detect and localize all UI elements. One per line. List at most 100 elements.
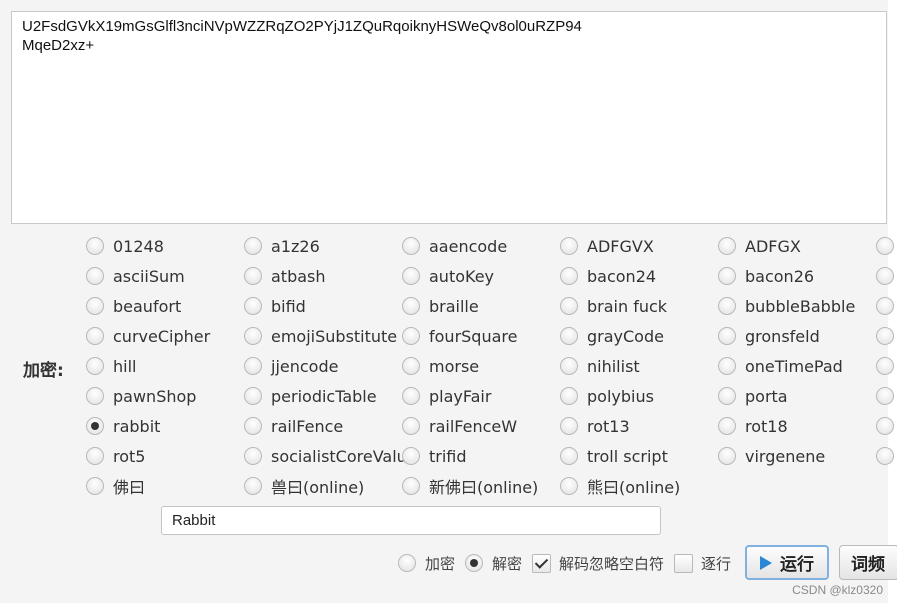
algorithm-radio[interactable]: polybius bbox=[560, 382, 654, 410]
checkbox-box bbox=[532, 553, 552, 573]
algorithm-radio[interactable]: gronsfeld bbox=[718, 322, 820, 350]
algorithm-radio[interactable]: railFence bbox=[244, 412, 343, 440]
radio-circle bbox=[86, 267, 104, 285]
algorithm-radio-label: periodicTable bbox=[271, 386, 377, 406]
algorithm-radio[interactable]: 新佛曰(online) bbox=[402, 472, 538, 500]
algorithm-radio-label: pawnShop bbox=[113, 386, 197, 406]
algorithm-radio[interactable]: atbash bbox=[244, 262, 326, 290]
algorithm-radio-label: ADFGX bbox=[745, 236, 801, 256]
ignore-whitespace-checkbox[interactable]: 解码忽略空白符 bbox=[532, 553, 664, 574]
radio-circle bbox=[86, 387, 104, 405]
algorithm-radio[interactable] bbox=[876, 382, 897, 410]
algorithm-radio[interactable]: rabbit bbox=[86, 412, 160, 440]
algorithm-radio-label: bubbleBabble bbox=[745, 296, 856, 316]
algorithm-radio[interactable]: 兽曰(online) bbox=[244, 472, 364, 500]
algorithm-radio[interactable]: aaencode bbox=[402, 232, 507, 260]
algorithm-radio[interactable]: socialistCoreValue bbox=[244, 442, 417, 470]
algorithm-radio[interactable] bbox=[876, 292, 897, 320]
radio-circle bbox=[244, 267, 262, 285]
algorithm-radio[interactable]: nihilist bbox=[560, 352, 640, 380]
radio-circle bbox=[560, 417, 578, 435]
radio-circle bbox=[465, 554, 484, 572]
algorithm-radio[interactable]: braille bbox=[402, 292, 479, 320]
radio-circle bbox=[560, 267, 578, 285]
algorithm-radio[interactable]: bubbleBabble bbox=[718, 292, 855, 320]
radio-circle bbox=[876, 387, 894, 405]
radio-circle bbox=[718, 357, 736, 375]
line-by-line-label: 逐行 bbox=[701, 554, 732, 573]
algorithm-radio[interactable] bbox=[876, 352, 897, 380]
algorithm-radio-label: 01248 bbox=[113, 236, 164, 256]
algorithm-radio[interactable]: porta bbox=[718, 382, 788, 410]
algorithm-radio[interactable]: 佛曰 bbox=[86, 472, 145, 500]
algorithm-radio[interactable]: oneTimePad bbox=[718, 352, 843, 380]
line-by-line-checkbox[interactable]: 逐行 bbox=[674, 553, 731, 574]
run-button[interactable]: 运行 bbox=[745, 545, 829, 580]
algorithm-radio[interactable]: rot18 bbox=[718, 412, 788, 440]
mode-decrypt-radio[interactable]: 解密 bbox=[465, 553, 522, 574]
radio-circle bbox=[560, 357, 578, 375]
mode-decrypt-label: 解密 bbox=[492, 554, 523, 573]
mode-encrypt-radio[interactable]: 加密 bbox=[398, 553, 455, 574]
algorithm-radio[interactable] bbox=[876, 442, 897, 470]
algorithm-radio-label: virgenene bbox=[745, 446, 826, 466]
algorithm-radio[interactable]: morse bbox=[402, 352, 479, 380]
algorithm-radio[interactable] bbox=[876, 322, 897, 350]
algorithm-radio[interactable]: trifid bbox=[402, 442, 467, 470]
algorithm-radio-label: rot18 bbox=[745, 416, 788, 436]
algorithm-radio[interactable]: 熊曰(online) bbox=[560, 472, 680, 500]
algorithm-radio-label: fourSquare bbox=[429, 326, 518, 346]
algorithm-radio-label: 熊曰(online) bbox=[587, 478, 681, 497]
algorithm-radio[interactable]: emojiSubstitute bbox=[244, 322, 397, 350]
algorithm-radio[interactable]: playFair bbox=[402, 382, 491, 410]
algorithm-radio[interactable] bbox=[876, 232, 897, 260]
algorithm-radio-label: jjencode bbox=[271, 356, 339, 376]
algorithm-radio[interactable]: rot13 bbox=[560, 412, 630, 440]
algorithm-radio[interactable]: railFenceW bbox=[402, 412, 517, 440]
algorithm-radio[interactable]: fourSquare bbox=[402, 322, 517, 350]
algorithm-radio[interactable]: virgenene bbox=[718, 442, 825, 470]
algorithm-radio[interactable]: bacon26 bbox=[718, 262, 814, 290]
algorithm-radio[interactable]: beaufort bbox=[86, 292, 181, 320]
algorithm-radio[interactable]: curveCipher bbox=[86, 322, 210, 350]
algorithm-radio-label: nihilist bbox=[587, 356, 640, 376]
algorithm-radio[interactable]: ADFGVX bbox=[560, 232, 654, 260]
algorithm-radio-label: autoKey bbox=[429, 266, 495, 286]
radio-circle bbox=[244, 387, 262, 405]
algorithm-radio[interactable] bbox=[876, 412, 897, 440]
radio-circle bbox=[560, 447, 578, 465]
algorithm-radio-label: morse bbox=[429, 356, 480, 376]
word-frequency-button[interactable]: 词频 bbox=[839, 545, 897, 580]
radio-circle bbox=[398, 554, 416, 572]
algorithm-radio[interactable]: jjencode bbox=[244, 352, 338, 380]
run-button-label: 运行 bbox=[780, 555, 814, 575]
algorithm-radio[interactable]: a1z26 bbox=[244, 232, 320, 260]
algorithm-radio[interactable]: bifid bbox=[244, 292, 306, 320]
algorithm-radio[interactable]: autoKey bbox=[402, 262, 494, 290]
algorithm-radio[interactable]: grayCode bbox=[560, 322, 664, 350]
radio-circle bbox=[402, 357, 420, 375]
algorithm-radio-label: ADFGVX bbox=[587, 236, 654, 256]
algorithm-radio-label: railFence bbox=[271, 416, 344, 436]
key-input[interactable]: Rabbit bbox=[161, 506, 661, 535]
algorithm-radio[interactable]: rot5 bbox=[86, 442, 145, 470]
algorithm-radio-label: gronsfeld bbox=[745, 326, 820, 346]
algorithm-radio[interactable]: brain fuck bbox=[560, 292, 667, 320]
algorithm-radio[interactable]: ADFGX bbox=[718, 232, 801, 260]
algorithm-radio-label: brain fuck bbox=[587, 296, 668, 316]
algorithm-radio[interactable]: bacon24 bbox=[560, 262, 656, 290]
radio-circle bbox=[876, 237, 894, 255]
algorithm-radio[interactable]: troll script bbox=[560, 442, 668, 470]
algorithm-radio[interactable]: periodicTable bbox=[244, 382, 377, 410]
algorithm-radio[interactable] bbox=[876, 262, 897, 290]
algorithm-radio[interactable]: hill bbox=[86, 352, 136, 380]
algorithm-radio[interactable]: pawnShop bbox=[86, 382, 196, 410]
radio-circle bbox=[244, 327, 262, 345]
algorithm-radio[interactable]: 01248 bbox=[86, 232, 164, 260]
play-icon bbox=[760, 555, 772, 570]
output-textarea[interactable]: U2FsdGVkX19mGsGlfl3nciNVpWZZRqZO2PYjJ1ZQ… bbox=[11, 11, 887, 224]
radio-circle bbox=[244, 447, 262, 465]
radio-circle bbox=[244, 237, 262, 255]
algorithm-radio-label: asciiSum bbox=[113, 266, 185, 286]
algorithm-radio[interactable]: asciiSum bbox=[86, 262, 185, 290]
